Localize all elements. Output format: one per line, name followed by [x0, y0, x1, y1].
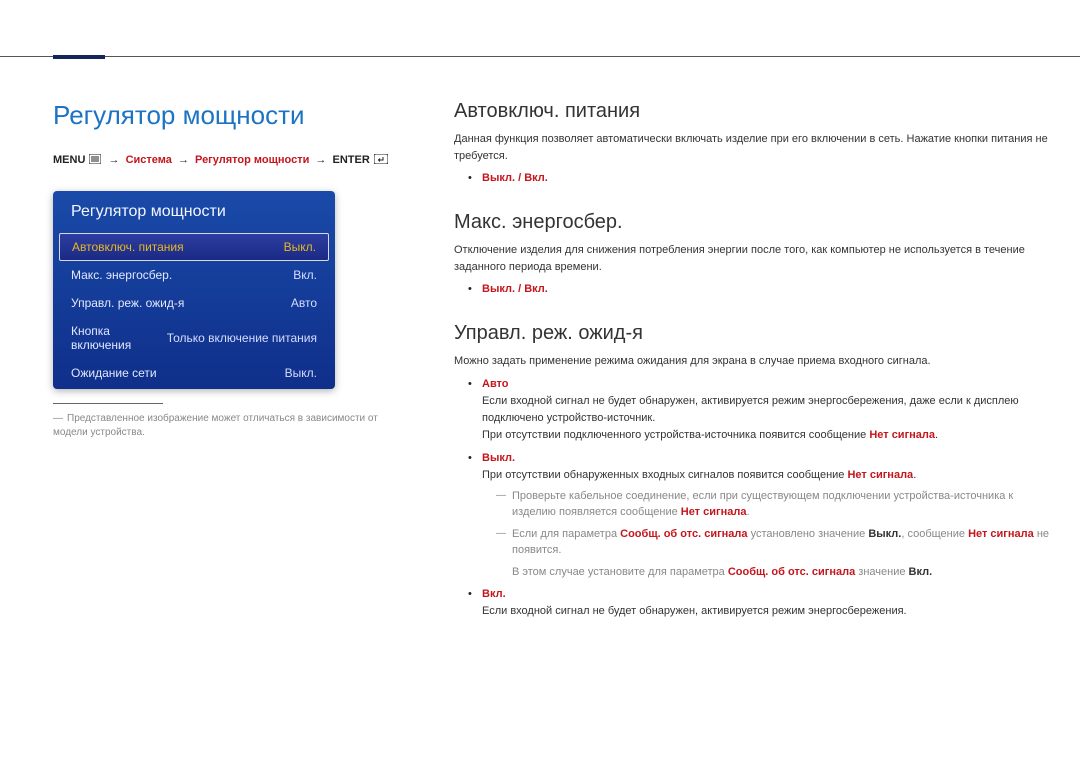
menu-item-power-button[interactable]: Кнопка включения Только включение питани… [53, 317, 335, 359]
menu-widget: Регулятор мощности Автовключ. питания Вы… [53, 191, 335, 389]
highlight-msg: Сообщ. об отс. сигнала [620, 528, 747, 540]
option-desc: Если входной сигнал не будет обнаружен, … [482, 393, 1053, 427]
top-rule [0, 56, 1080, 57]
arrow-icon: → [178, 154, 189, 166]
menu-item-auto-power[interactable]: Автовключ. питания Выкл. [59, 233, 329, 261]
menu-item-value: Авто [291, 296, 317, 310]
option-label: Авто [482, 376, 1053, 393]
menu-item-value: Только включение питания [167, 331, 317, 345]
menu-item-label: Макс. энергосбер. [71, 268, 172, 282]
disclaimer: ―Представленное изображение может отлича… [53, 412, 408, 440]
option-label: Выкл. [482, 450, 1053, 467]
breadcrumb-power: Регулятор мощности [195, 154, 309, 166]
arrow-icon: → [315, 154, 326, 166]
option-label: Выкл. / Вкл. [482, 170, 1053, 187]
section-body: Данная функция позволяет автоматически в… [454, 131, 1053, 164]
menu-item-standby[interactable]: Управл. реж. ожид-я Авто [53, 289, 335, 317]
section-body: Отключение изделия для снижения потребле… [454, 242, 1053, 275]
breadcrumb-system: Система [126, 154, 172, 166]
option-list: Авто Если входной сигнал не будет обнару… [454, 376, 1053, 621]
section-heading-auto-power: Автовключ. питания [454, 100, 1053, 123]
highlight-no-signal: Нет сигнала [968, 528, 1034, 540]
highlight-no-signal: Нет сигнала [847, 469, 913, 481]
menu-widget-title: Регулятор мощности [53, 203, 335, 233]
section-body: Можно задать применение режима ожидания … [454, 353, 1053, 370]
menu-item-value: Выкл. [285, 366, 317, 380]
divider [53, 403, 163, 404]
option-item: Выкл. / Вкл. [454, 281, 1053, 298]
left-column: Регулятор мощности MENU → Система → Регу… [53, 100, 408, 626]
breadcrumb-menu: MENU [53, 154, 85, 166]
highlight-on: Вкл. [909, 566, 933, 578]
sub-note-list: Проверьте кабельное соединение, если при… [482, 488, 1053, 559]
sub-note: Проверьте кабельное соединение, если при… [482, 488, 1053, 521]
option-item: Выкл. / Вкл. [454, 170, 1053, 187]
menu-item-label: Кнопка включения [71, 324, 161, 352]
option-off: Выкл. При отсутствии обнаруженных входны… [454, 450, 1053, 581]
arrow-icon: → [109, 154, 120, 166]
sub-note: Если для параметра Сообщ. об отс. сигнал… [482, 526, 1053, 559]
option-auto: Авто Если входной сигнал не будет обнару… [454, 376, 1053, 444]
option-on: Вкл. Если входной сигнал не будет обнару… [454, 586, 1053, 620]
highlight-msg: Сообщ. об отс. сигнала [728, 566, 855, 578]
highlight-off: Выкл. [868, 528, 901, 540]
option-list: Выкл. / Вкл. [454, 170, 1053, 187]
menu-icon [89, 154, 101, 169]
enter-icon [374, 154, 388, 169]
menu-item-network-standby[interactable]: Ожидание сети Выкл. [53, 359, 335, 387]
option-desc: При отсутствии подключенного устройства-… [482, 427, 1053, 444]
option-label: Вкл. [482, 586, 1053, 603]
option-desc: При отсутствии обнаруженных входных сигн… [482, 467, 1053, 484]
option-label: Выкл. / Вкл. [482, 281, 1053, 298]
menu-item-value: Выкл. [284, 240, 316, 254]
breadcrumb-enter: ENTER [332, 154, 369, 166]
content: Регулятор мощности MENU → Система → Регу… [53, 100, 1053, 626]
breadcrumb: MENU → Система → Регулятор мощности → EN… [53, 153, 408, 169]
dash-icon: ― [53, 413, 63, 424]
section-heading-max-energy: Макс. энергосбер. [454, 211, 1053, 234]
menu-item-label: Ожидание сети [71, 366, 157, 380]
menu-item-label: Автовключ. питания [72, 240, 184, 254]
highlight-no-signal: Нет сигнала [869, 429, 935, 441]
sub-note-continuation: В этом случае установите для параметра С… [512, 564, 1053, 581]
menu-item-value: Вкл. [293, 268, 317, 282]
option-desc: Если входной сигнал не будет обнаружен, … [482, 603, 1053, 620]
highlight-no-signal: Нет сигнала [681, 506, 747, 518]
option-list: Выкл. / Вкл. [454, 281, 1053, 298]
section-heading-standby: Управл. реж. ожид-я [454, 322, 1053, 345]
page-title: Регулятор мощности [53, 100, 408, 131]
menu-item-label: Управл. реж. ожид-я [71, 296, 184, 310]
menu-item-max-energy[interactable]: Макс. энергосбер. Вкл. [53, 261, 335, 289]
top-rule-accent [53, 55, 105, 59]
disclaimer-text: Представленное изображение может отличат… [53, 413, 378, 438]
right-column: Автовключ. питания Данная функция позвол… [454, 100, 1053, 626]
